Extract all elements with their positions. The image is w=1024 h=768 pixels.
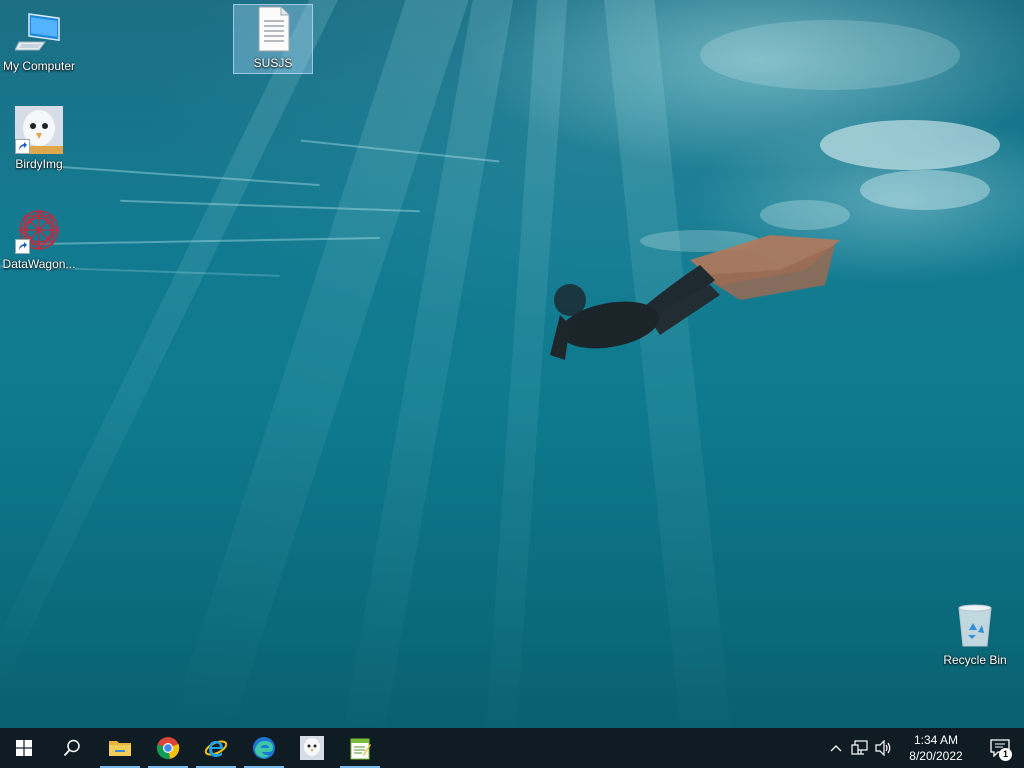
datawagon-icon [15, 206, 63, 254]
notepad-icon [350, 738, 371, 760]
search-button[interactable] [48, 728, 96, 768]
shortcut-arrow-icon [15, 139, 30, 154]
freediver-silhouette [550, 235, 840, 360]
network-button[interactable] [848, 728, 872, 768]
desktop-icon-label: SUSJS [253, 56, 293, 70]
taskbar-notepad-plus[interactable] [336, 728, 384, 768]
notification-count-badge: 1 [999, 748, 1012, 761]
taskbar: 1:34 AM 8/20/2022 1 [0, 728, 1024, 768]
wave-line [60, 165, 320, 187]
computer-icon [14, 8, 63, 56]
internet-explorer-icon [204, 740, 228, 757]
chevron-up-icon [830, 745, 842, 752]
taskbar-chrome[interactable] [144, 728, 192, 768]
taskbar-file-explorer[interactable] [96, 728, 144, 768]
taskbar-internet-explorer[interactable] [192, 728, 240, 768]
start-button[interactable] [0, 728, 48, 768]
folder-icon [109, 741, 131, 756]
desktop-icon-birdyimg[interactable]: BirdyImg [0, 106, 78, 171]
taskbar-clock[interactable]: 1:34 AM 8/20/2022 [896, 732, 976, 764]
birdyimg-icon [15, 106, 63, 154]
desktop-background [0, 0, 1024, 728]
volume-button[interactable] [872, 728, 896, 768]
taskbar-edge[interactable] [240, 728, 288, 768]
search-icon [63, 739, 80, 757]
windows-logo-icon [16, 740, 32, 756]
surface-foam [700, 20, 960, 90]
action-center-button[interactable]: 1 [976, 728, 1024, 768]
desktop-icon-label: Recycle Bin [943, 653, 1007, 667]
text-document-icon [249, 5, 297, 53]
clock-date: 8/20/2022 [909, 749, 963, 763]
surface-foam [860, 170, 990, 210]
taskbar-birdyimg[interactable] [288, 728, 336, 768]
network-icon [851, 740, 868, 755]
show-hidden-icons-button[interactable] [824, 728, 848, 768]
edge-icon [253, 737, 275, 759]
desktop-icon-my-computer[interactable]: My Computer [0, 8, 78, 73]
clock-time: 1:34 AM [913, 733, 959, 747]
desktop-icon-label: My Computer [2, 59, 76, 73]
system-tray: 1:34 AM 8/20/2022 1 [824, 728, 1024, 768]
recycle-bin-icon [951, 602, 999, 650]
chrome-icon [156, 737, 180, 759]
desktop-icon-datawagon[interactable]: DataWagon... [0, 206, 78, 271]
birdyimg-icon [300, 736, 324, 760]
surface-foam [820, 120, 1000, 170]
desktop-icon-label: BirdyImg [15, 157, 63, 171]
shortcut-arrow-icon [15, 239, 30, 254]
desktop-icon-susjs[interactable]: SUSJS [233, 4, 313, 74]
desktop-icon-label: DataWagon... [2, 257, 76, 271]
speaker-icon [875, 740, 891, 756]
desktop-icon-recycle-bin[interactable]: Recycle Bin [936, 602, 1014, 667]
